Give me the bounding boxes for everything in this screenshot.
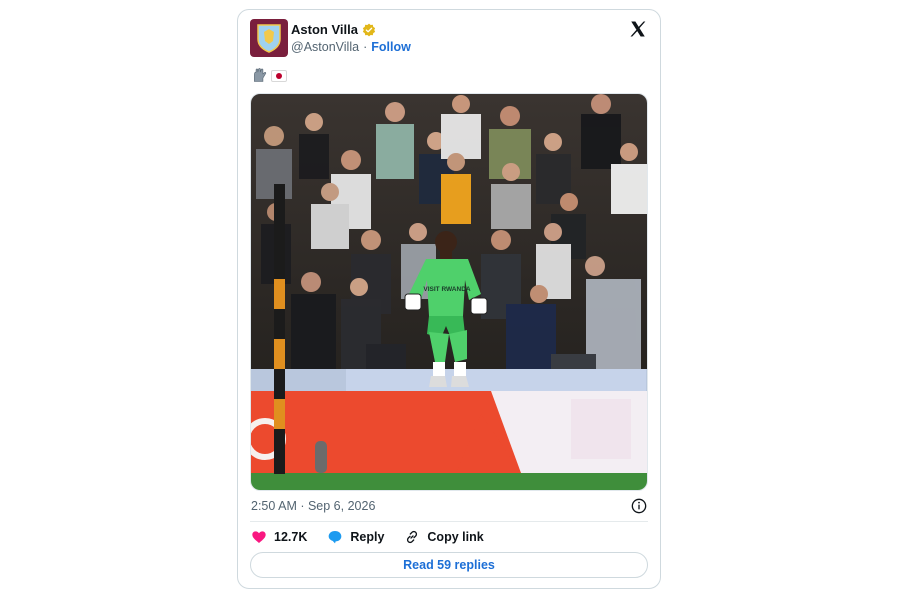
- tweet-timestamp[interactable]: 2:50 AM · Sep 6, 2026: [251, 499, 375, 513]
- club-crest-icon: [257, 24, 281, 53]
- author-row: Aston Villa: [291, 22, 376, 37]
- gloves-emoji: [254, 68, 267, 82]
- copy-link-label: Copy link: [427, 530, 484, 544]
- tweet-card: Aston Villa @AstonVilla · Follow VISIT R…: [237, 9, 661, 589]
- like-count: 12.7K: [274, 530, 308, 544]
- reply-bubble-icon: [329, 531, 342, 544]
- japan-flag-emoji: [271, 69, 287, 82]
- avatar[interactable]: [250, 19, 288, 57]
- handle-row: @AstonVilla · Follow: [291, 40, 411, 54]
- x-logo-icon[interactable]: [629, 20, 647, 38]
- tweet-photo[interactable]: VISIT RWANDA: [250, 93, 648, 491]
- kit-sponsor-text: VISIT RWANDA: [423, 286, 470, 293]
- reply-label: Reply: [350, 530, 385, 544]
- author-handle[interactable]: @AstonVilla: [291, 40, 359, 54]
- tweet-actions: 12.7K Reply Copy link: [251, 529, 504, 545]
- author-name[interactable]: Aston Villa: [291, 22, 358, 37]
- follow-button[interactable]: Follow: [371, 40, 411, 54]
- separator-dot: ·: [363, 40, 368, 54]
- read-replies-button[interactable]: Read 59 replies: [250, 552, 648, 578]
- link-icon: [407, 530, 418, 544]
- copy-link-button[interactable]: Copy link: [404, 529, 484, 545]
- tweet-text: [251, 67, 287, 84]
- reply-button[interactable]: Reply: [327, 529, 384, 545]
- verified-badge-icon: [362, 23, 376, 36]
- like-button[interactable]: 12.7K: [251, 529, 307, 545]
- divider: [250, 521, 648, 522]
- goalkeeper-photo: VISIT RWANDA: [251, 94, 647, 490]
- info-icon[interactable]: [631, 498, 647, 514]
- heart-icon: [252, 531, 266, 543]
